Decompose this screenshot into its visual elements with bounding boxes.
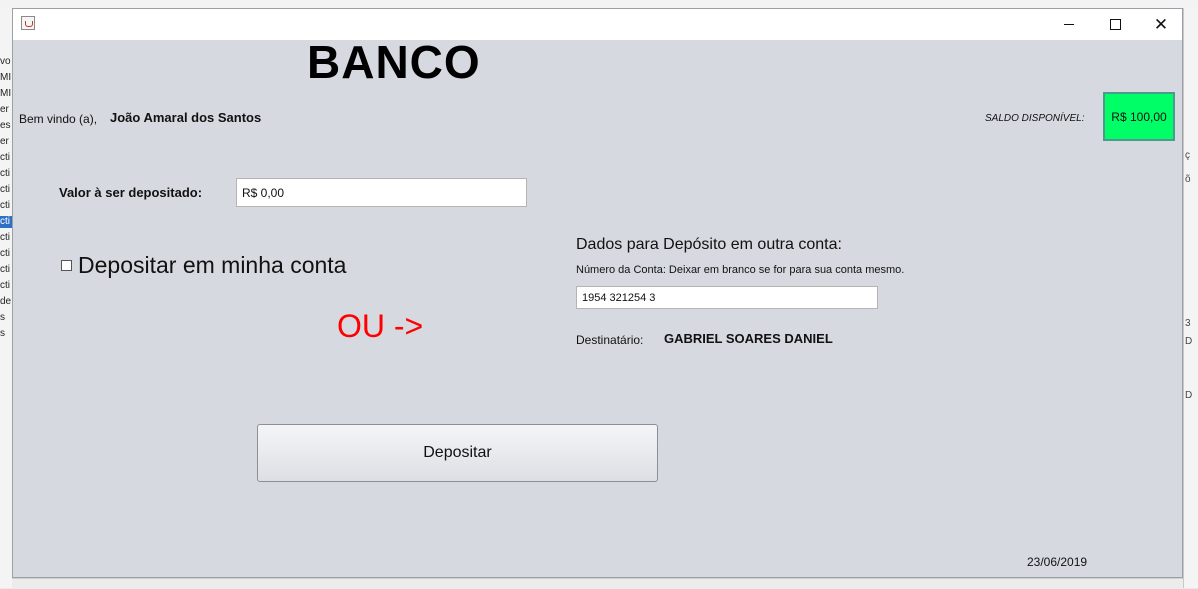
depositar-button[interactable]: Depositar bbox=[257, 424, 658, 482]
background-menubar bbox=[0, 0, 1198, 8]
destinatario-label: Destinatário: bbox=[576, 333, 644, 347]
close-icon: ✕ bbox=[1153, 15, 1169, 34]
bank-window: ✕ BANCO Bem vindo (a), João Amaral dos S… bbox=[12, 8, 1183, 578]
java-icon bbox=[21, 16, 35, 30]
maximize-icon bbox=[1109, 19, 1121, 30]
date-label: 23/06/2019 bbox=[1027, 555, 1088, 569]
valor-input[interactable] bbox=[236, 178, 527, 207]
saldo-label: SALDO DISPONÍVEL: bbox=[985, 113, 1085, 124]
page-title: BANCO bbox=[307, 36, 481, 88]
valor-label: Valor à ser depositado: bbox=[59, 185, 203, 200]
user-name: João Amaral dos Santos bbox=[110, 110, 262, 125]
ou-arrow-text: OU -> bbox=[337, 308, 424, 344]
depositar-minha-conta-checkbox[interactable]: Depositar em minha conta bbox=[61, 252, 346, 279]
background-ide-bottom bbox=[12, 578, 1183, 589]
title-bar: ✕ bbox=[13, 9, 1182, 40]
numero-conta-label: Número da Conta: Deixar em branco se for… bbox=[576, 264, 905, 276]
close-button[interactable]: ✕ bbox=[1138, 9, 1184, 40]
minimize-button[interactable] bbox=[1046, 9, 1092, 40]
background-ide-right-panel: ç õ 3 D D bbox=[1183, 8, 1198, 588]
minimize-icon bbox=[1064, 24, 1074, 25]
window-content: BANCO Bem vindo (a), João Amaral dos San… bbox=[13, 36, 1182, 578]
maximize-button[interactable] bbox=[1092, 9, 1138, 40]
numero-conta-input[interactable] bbox=[576, 286, 878, 309]
dados-outra-conta-title: Dados para Depósito em outra conta: bbox=[576, 236, 842, 253]
checkbox-label[interactable]: Depositar em minha conta bbox=[78, 252, 346, 279]
checkbox-box[interactable] bbox=[61, 260, 72, 271]
welcome-label: Bem vindo (a), bbox=[19, 112, 98, 126]
saldo-value: R$ 100,00 bbox=[1103, 92, 1175, 141]
destinatario-name: GABRIEL SOARES DANIEL bbox=[664, 331, 833, 346]
